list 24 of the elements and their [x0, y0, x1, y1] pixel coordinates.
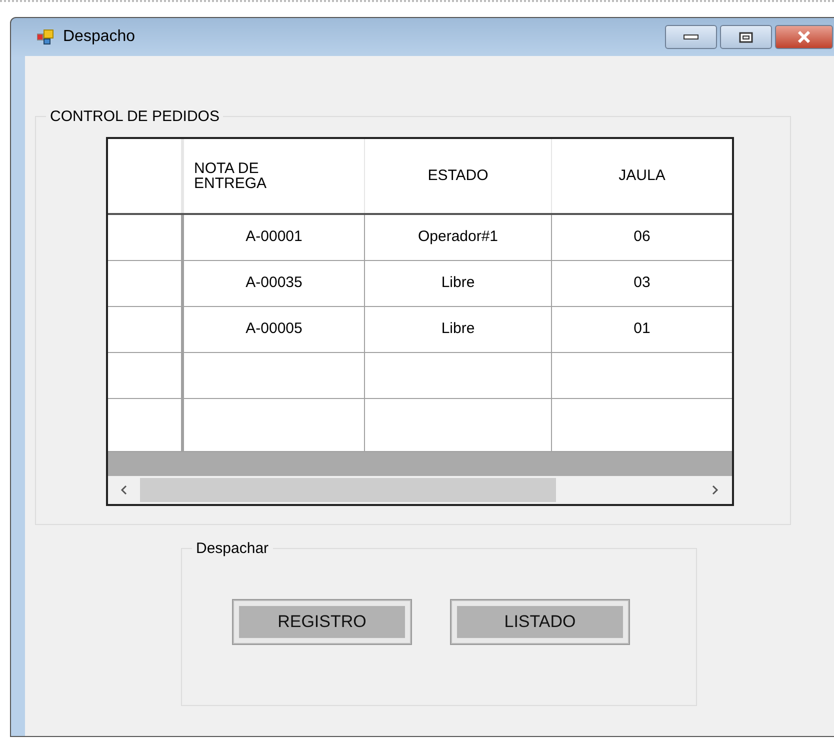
table-cell-text: A-00005 [246, 319, 302, 340]
app-icon [37, 29, 55, 45]
table-cell-text: Libre [441, 319, 475, 340]
minimize-button[interactable] [665, 25, 717, 49]
maximize-icon [739, 32, 753, 42]
close-button[interactable] [775, 25, 833, 49]
column-header: NOTA DE ENTREGA [194, 161, 268, 191]
column-header: ESTADO [428, 166, 488, 186]
table-cell-text: Operador#1 [418, 227, 498, 248]
horizontal-scrollbar[interactable] [108, 476, 732, 504]
table-cell-text: A-00001 [246, 227, 302, 248]
action-button[interactable]: REGISTRO [232, 599, 412, 645]
action-button[interactable]: LISTADO [450, 599, 630, 645]
minimize-icon [683, 34, 699, 40]
table-cell-text: A-00035 [246, 273, 302, 294]
table-cell-text: 01 [634, 319, 650, 340]
window-title: Despacho [63, 27, 136, 47]
column-header: JAULA [618, 166, 666, 186]
table-cell-text: 03 [634, 273, 650, 294]
scrollbar-thumb[interactable] [140, 478, 556, 502]
table-cell-text: 06 [634, 227, 650, 248]
table-cell-text: Libre [441, 273, 475, 294]
maximize-button[interactable] [720, 25, 772, 49]
close-icon [796, 31, 812, 43]
